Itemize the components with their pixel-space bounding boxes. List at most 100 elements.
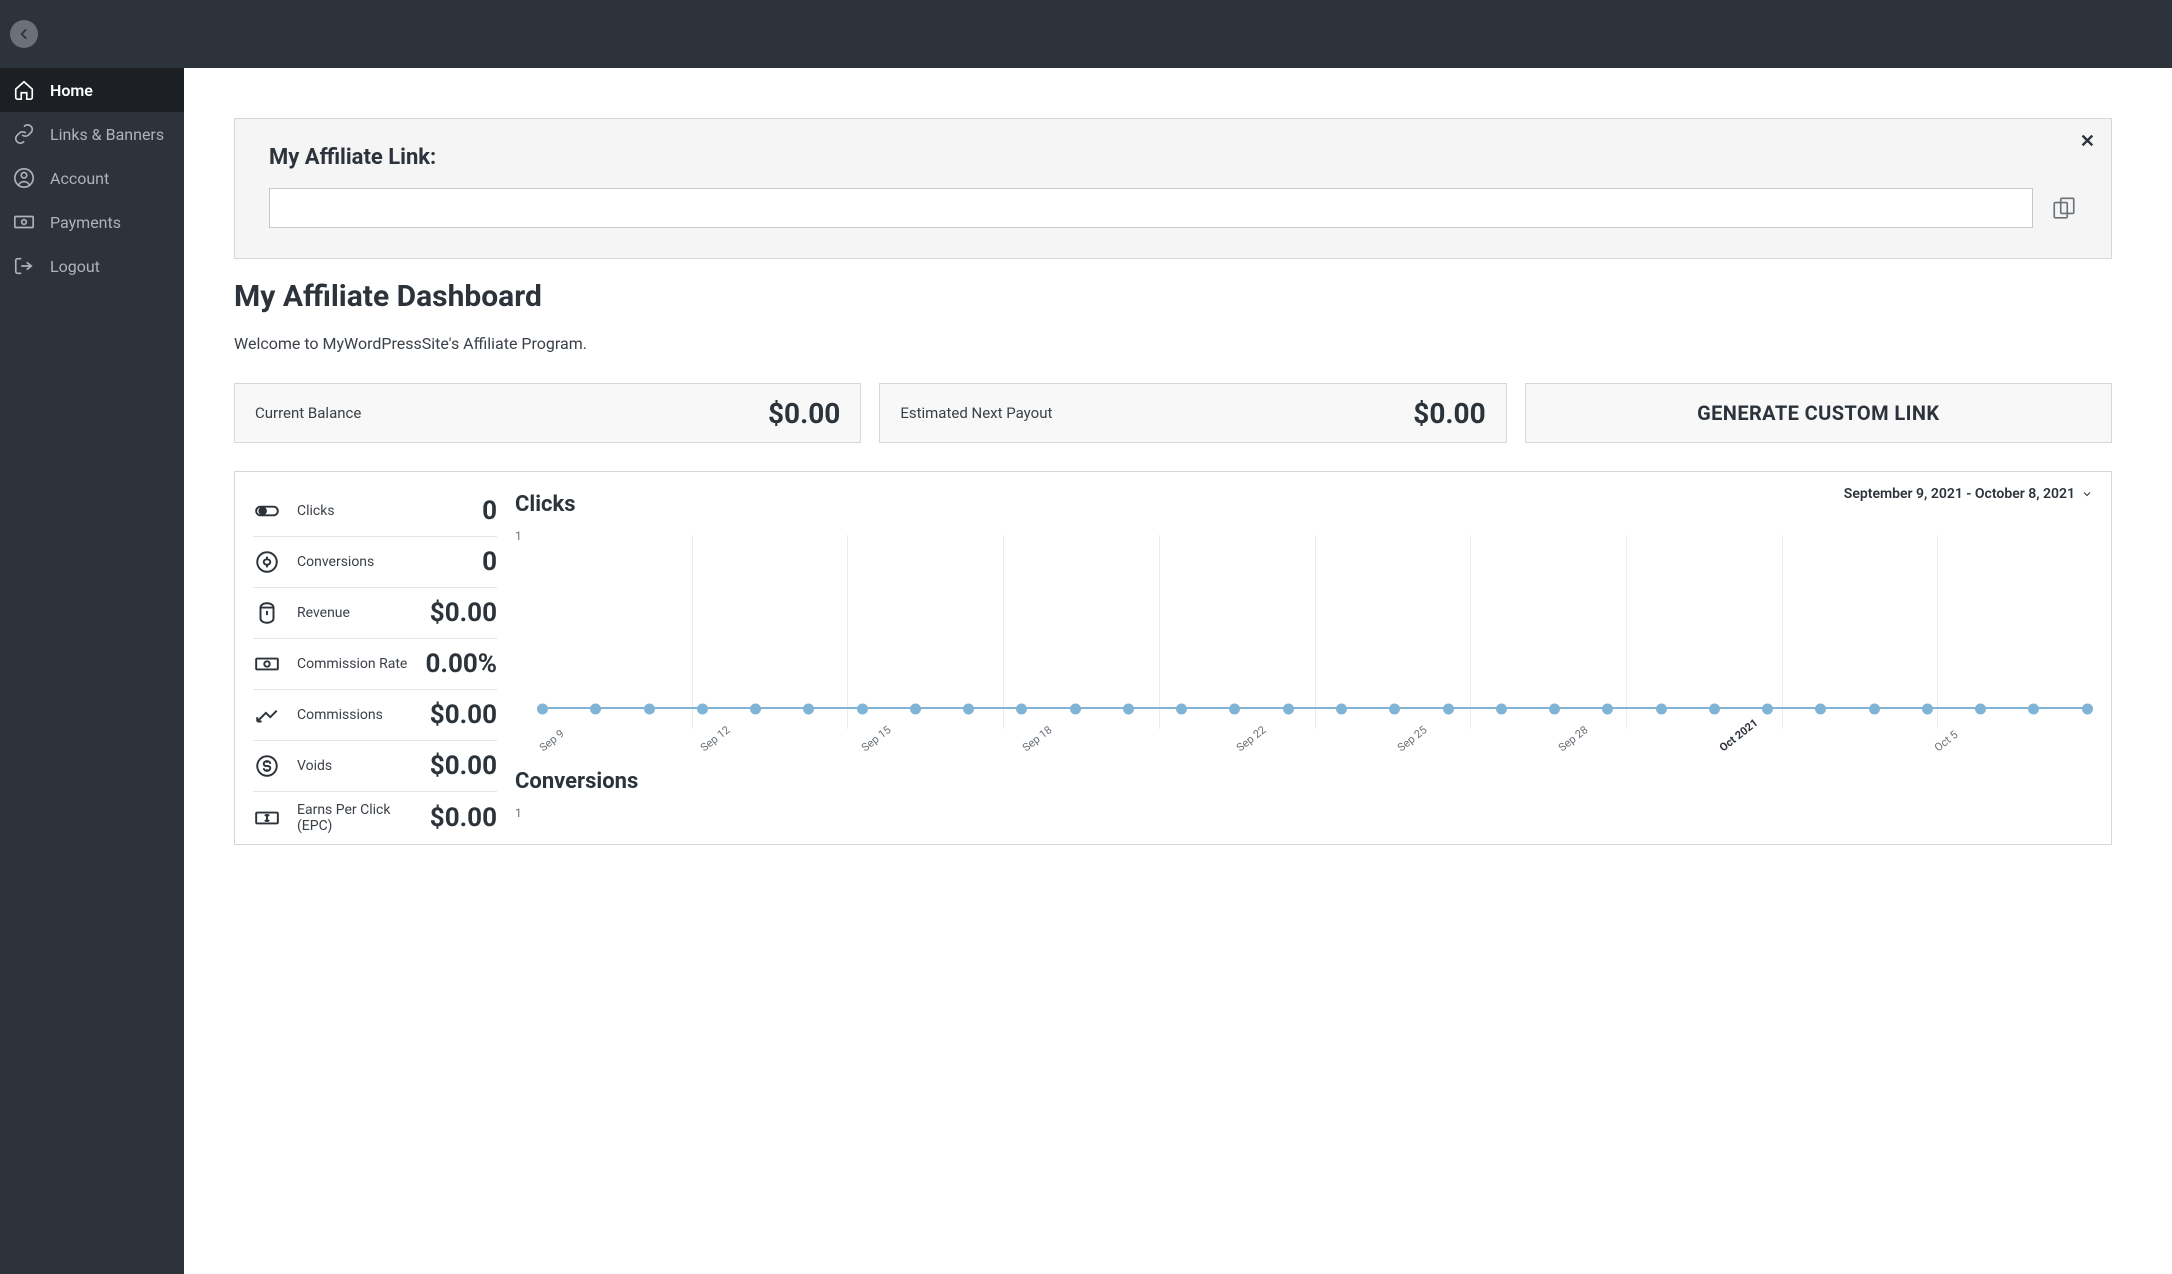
stat-value: $0.00 bbox=[430, 751, 497, 781]
chevron-left-icon bbox=[17, 27, 31, 41]
chart-xlabel bbox=[1610, 744, 1618, 754]
chart-point bbox=[963, 704, 974, 715]
chart-xlabel: Sep 25 bbox=[1395, 744, 1403, 754]
chart-xlabel bbox=[2093, 744, 2101, 754]
chart-xlabel bbox=[1985, 744, 1993, 754]
stat-value: 0 bbox=[482, 496, 497, 526]
sidebar-item-account[interactable]: Account bbox=[0, 156, 184, 200]
stat-value: $0.00 bbox=[430, 700, 497, 730]
stat-label: Conversions bbox=[297, 554, 374, 570]
clicks-chart: 1 Sep 9Sep 12Sep 15Sep 18Sep 22Sep 25Sep… bbox=[515, 529, 2093, 729]
stat-label: Commission Rate bbox=[297, 656, 407, 672]
payout-card: Estimated Next Payout $0.00 bbox=[879, 383, 1506, 443]
sidebar-item-logout[interactable]: Logout bbox=[0, 244, 184, 288]
chart-point bbox=[1123, 704, 1134, 715]
stat-row[interactable]: Earns Per Click (EPC) $0.00 bbox=[253, 792, 497, 844]
stat-row[interactable]: Commissions $0.00 bbox=[253, 690, 497, 741]
sidebar-item-label: Account bbox=[50, 169, 109, 188]
affiliate-link-panel: ✕ My Affiliate Link: bbox=[234, 118, 2112, 259]
chart-point bbox=[1336, 704, 1347, 715]
chart-xlabel bbox=[966, 744, 974, 754]
link-icon bbox=[12, 122, 36, 146]
chart-point bbox=[1975, 704, 1986, 715]
chart-xlabel bbox=[1503, 744, 1511, 754]
sidebar: Home Links & Banners Account Payments Lo… bbox=[0, 68, 184, 1274]
sidebar-item-links-banners[interactable]: Links & Banners bbox=[0, 112, 184, 156]
chart-point bbox=[1443, 704, 1454, 715]
sidebar-item-payments[interactable]: Payments bbox=[0, 200, 184, 244]
chart-point bbox=[1922, 704, 1933, 715]
chart-xlabel bbox=[1288, 744, 1296, 754]
chart-point bbox=[2082, 704, 2093, 715]
stat-value: $0.00 bbox=[430, 598, 497, 628]
date-range-label: September 9, 2021 - October 8, 2021 bbox=[1844, 486, 2075, 502]
date-range-picker[interactable]: September 9, 2021 - October 8, 2021 bbox=[1844, 486, 2093, 502]
stat-value: 0 bbox=[482, 547, 497, 577]
stats-panel: Clicks0Conversions0Revenue$0.00Commissio… bbox=[234, 471, 2112, 845]
generate-custom-link-button[interactable]: GENERATE CUSTOM LINK bbox=[1525, 383, 2112, 443]
chart-xlabel bbox=[912, 744, 920, 754]
chart-xlabel bbox=[805, 744, 813, 754]
chart-point bbox=[750, 704, 761, 715]
chart-point bbox=[857, 704, 868, 715]
sidebar-item-label: Payments bbox=[50, 213, 121, 232]
chart-point bbox=[910, 704, 921, 715]
chart-point bbox=[1070, 704, 1081, 715]
home-icon bbox=[12, 78, 36, 102]
stat-row[interactable]: Clicks0 bbox=[253, 486, 497, 537]
payout-label: Estimated Next Payout bbox=[900, 404, 1052, 422]
stat-row[interactable]: Commission Rate 0.00% bbox=[253, 639, 497, 690]
stat-label: Commissions bbox=[297, 707, 383, 723]
affiliate-link-title: My Affiliate Link: bbox=[269, 145, 2077, 170]
chart-xlabel: Sep 12 bbox=[698, 744, 706, 754]
epc-icon bbox=[253, 804, 281, 832]
chart-xlabel bbox=[644, 744, 652, 754]
chart-ytick: 1 bbox=[515, 806, 2093, 820]
payments-icon bbox=[12, 210, 36, 234]
chart-xlabel bbox=[1663, 744, 1671, 754]
chart-xlabel: Sep 9 bbox=[537, 744, 545, 754]
welcome-text: Welcome to MyWordPressSite's Affiliate P… bbox=[234, 334, 2112, 353]
stats-list: Clicks0Conversions0Revenue$0.00Commissio… bbox=[253, 486, 497, 844]
chart-point bbox=[803, 704, 814, 715]
stat-label: Voids bbox=[297, 758, 332, 774]
chart-xlabel: Oct 2021 bbox=[1717, 744, 1725, 754]
chart-xlabel: Sep 18 bbox=[1020, 744, 1028, 754]
chart-point bbox=[1496, 704, 1507, 715]
chart-point bbox=[1762, 704, 1773, 715]
chart-point bbox=[1389, 704, 1400, 715]
stat-value: 0.00% bbox=[425, 649, 497, 679]
chart-point bbox=[1869, 704, 1880, 715]
stat-row[interactable]: Conversions 0 bbox=[253, 537, 497, 588]
chart-point bbox=[697, 704, 708, 715]
affiliate-link-input[interactable] bbox=[269, 188, 2033, 228]
chart-xlabel bbox=[1127, 744, 1135, 754]
chart-point bbox=[1016, 704, 1027, 715]
chart-xlabel bbox=[1771, 744, 1779, 754]
chart-point bbox=[1656, 704, 1667, 715]
chart-point bbox=[1602, 704, 1613, 715]
sidebar-item-home[interactable]: Home bbox=[0, 68, 184, 112]
chart-ytick: 1 bbox=[515, 529, 522, 543]
chart-point bbox=[537, 704, 548, 715]
stat-row[interactable]: Revenue$0.00 bbox=[253, 588, 497, 639]
page-title: My Affiliate Dashboard bbox=[234, 279, 2112, 314]
commissions-icon bbox=[253, 701, 281, 729]
revenue-icon bbox=[253, 599, 281, 627]
copy-icon[interactable] bbox=[2051, 195, 2077, 221]
close-icon[interactable]: ✕ bbox=[2080, 131, 2095, 152]
stat-value: $0.00 bbox=[430, 803, 497, 833]
back-button[interactable] bbox=[10, 20, 38, 48]
account-icon bbox=[12, 166, 36, 190]
logout-icon bbox=[12, 254, 36, 278]
chart-point bbox=[2028, 704, 2039, 715]
stat-label: Earns Per Click (EPC) bbox=[297, 802, 420, 834]
sidebar-item-label: Links & Banners bbox=[50, 125, 164, 144]
chart-point bbox=[1709, 704, 1720, 715]
chart-xlabel bbox=[1181, 744, 1189, 754]
stat-row[interactable]: Voids $0.00 bbox=[253, 741, 497, 792]
sidebar-item-label: Home bbox=[50, 81, 93, 100]
chart-point bbox=[1176, 704, 1187, 715]
chart-point bbox=[1283, 704, 1294, 715]
chart-xlabel: Sep 22 bbox=[1234, 744, 1242, 754]
